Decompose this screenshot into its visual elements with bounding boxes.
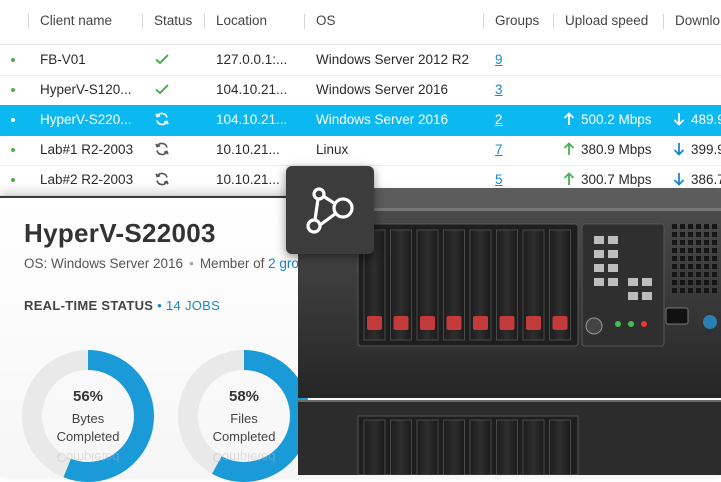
- column-separator: [142, 14, 143, 29]
- groups-link[interactable]: 2: [495, 112, 503, 127]
- arrow-up-icon: [563, 142, 575, 155]
- table-row[interactable]: FB-V01 127.0.0.1:... Windows Server 2012 R…: [0, 45, 721, 76]
- groups-link[interactable]: 3: [495, 82, 503, 97]
- column-os[interactable]: OS: [316, 13, 336, 28]
- client-name-cell: FB-V01: [40, 52, 86, 67]
- gauge-percent: 56%: [72, 388, 104, 405]
- gauge-label-reflection: Completed: [56, 450, 120, 465]
- column-upload-speed[interactable]: Upload speed: [565, 13, 648, 28]
- realtime-status-heading: REAL-TIME STATUS • 14 JOBS: [24, 298, 220, 313]
- gauge-label: Files: [230, 411, 258, 426]
- separator-dot: •: [157, 298, 163, 313]
- realtime-status-label: REAL-TIME STATUS: [24, 298, 154, 313]
- client-name-cell: HyperV-S220...: [40, 112, 132, 127]
- upload-speed-cell: 380.9 Mbps: [581, 142, 652, 157]
- column-separator: [483, 14, 484, 29]
- clients-table: Client name Status Location OS Groups Up…: [0, 0, 721, 196]
- online-indicator: [11, 88, 15, 92]
- arrow-up-icon: [563, 112, 575, 125]
- table-row[interactable]: HyperV-S220... 104.10.21... Windows Server…: [0, 105, 721, 136]
- table-row[interactable]: HyperV-S120... 104.10.21... Windows Server…: [0, 75, 721, 106]
- arrow-down-icon: [673, 173, 685, 186]
- network-nodes-logo-icon: [306, 187, 354, 234]
- files-completed-gauge: 58% Files Completed Completed: [178, 350, 310, 482]
- jobs-link[interactable]: 14 JOBS: [166, 298, 220, 313]
- gauge-label: Bytes: [71, 411, 105, 426]
- gauge-percent: 58%: [228, 388, 260, 405]
- os-cell: Linux: [316, 142, 349, 157]
- os-cell: Windows Server 2016: [316, 112, 449, 127]
- client-title: HyperV-S22003: [24, 218, 216, 248]
- online-indicator: [11, 178, 15, 182]
- check-icon: [155, 54, 169, 65]
- separator-dot: •: [189, 256, 194, 271]
- online-indicator: [11, 118, 15, 122]
- client-name-cell: Lab#1 R2-2003: [40, 142, 134, 157]
- location-cell: 104.10.21...: [216, 82, 288, 97]
- column-status[interactable]: Status: [154, 13, 192, 28]
- os-cell: Windows Server 2012 R2: [316, 52, 470, 67]
- location-cell: 104.10.21...: [216, 112, 288, 127]
- sync-icon: [155, 112, 169, 126]
- client-name-cell: Lab#2 R2-2003: [40, 172, 134, 187]
- online-indicator: [11, 58, 15, 62]
- upload-speed-cell: 300.7 Mbps: [581, 172, 652, 187]
- location-cell: 10.10.21...: [216, 172, 280, 187]
- download-speed-cell: 399.9: [691, 142, 721, 157]
- column-client-name[interactable]: Client name: [40, 13, 112, 28]
- groups-link[interactable]: 9: [495, 52, 503, 67]
- member-of-label: Member of: [199, 256, 265, 271]
- gauge-label: Completed: [56, 429, 120, 444]
- bytes-completed-gauge: 56% Bytes Completed Completed: [22, 350, 154, 482]
- member-of-groups-link[interactable]: 2 gro: [268, 256, 299, 271]
- online-indicator: [11, 148, 15, 152]
- os-cell: Windows Server 2016: [316, 82, 449, 97]
- download-speed-cell: 489.9: [691, 112, 721, 127]
- arrow-down-icon: [673, 113, 685, 126]
- groups-link[interactable]: 7: [495, 142, 503, 157]
- column-separator: [663, 14, 664, 29]
- column-groups[interactable]: Groups: [495, 13, 539, 28]
- os-label: OS: Windows Server 2016: [24, 256, 184, 271]
- client-os-line: OS: Windows Server 2016 • Member of 2 gro: [24, 256, 299, 271]
- sync-icon: [155, 142, 169, 156]
- arrow-up-icon: [563, 172, 575, 185]
- gauge-label: Completed: [212, 429, 276, 444]
- table-header: Client name Status Location OS Groups Up…: [0, 0, 721, 45]
- location-cell: 10.10.21...: [216, 142, 280, 157]
- sync-icon: [155, 172, 169, 186]
- column-download-speed[interactable]: Downlo: [675, 13, 720, 28]
- client-name-cell: HyperV-S120...: [40, 82, 132, 97]
- column-separator: [304, 14, 305, 29]
- check-icon: [155, 84, 169, 95]
- arrow-down-icon: [673, 143, 685, 156]
- location-cell: 127.0.0.1:...: [216, 52, 288, 67]
- download-speed-cell: 386.7: [691, 172, 721, 187]
- table-row[interactable]: Lab#1 R2-2003 10.10.21... Linux 7 380.9 Mbps…: [0, 135, 721, 166]
- groups-link[interactable]: 5: [495, 172, 503, 187]
- column-separator: [553, 14, 554, 29]
- column-location[interactable]: Location: [216, 13, 267, 28]
- column-separator: [28, 14, 29, 29]
- gauge-label-reflection: Completed: [212, 450, 276, 465]
- app-logo-tile: [286, 166, 374, 254]
- column-separator: [204, 14, 205, 29]
- upload-speed-cell: 500.2 Mbps: [581, 112, 652, 127]
